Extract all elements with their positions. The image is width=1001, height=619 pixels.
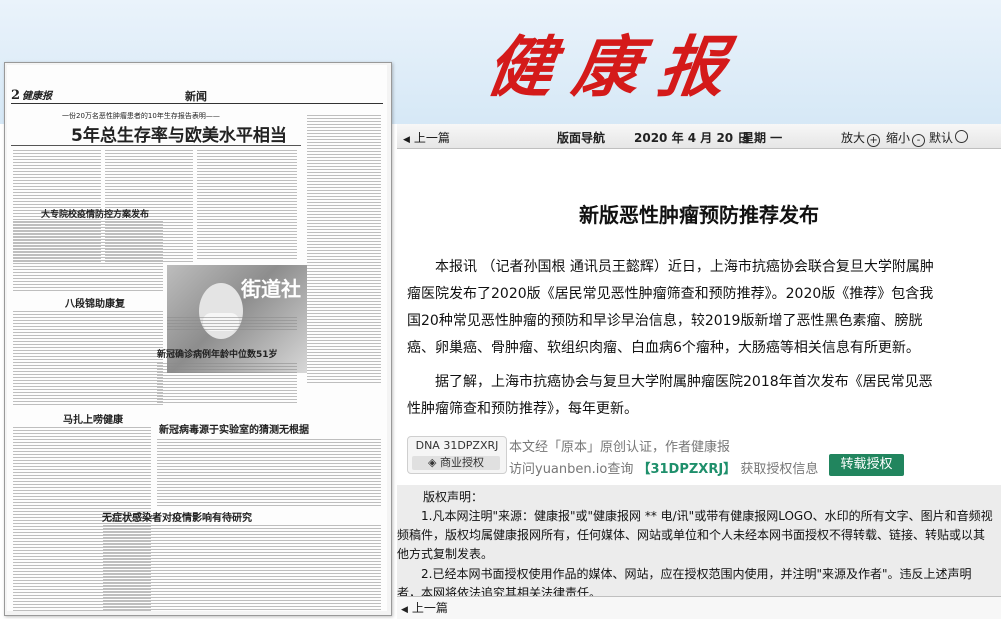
minus-circle-icon: - xyxy=(912,134,926,147)
photo-sign: 街道社 xyxy=(241,277,301,301)
zoom-default-button[interactable]: 默认 xyxy=(929,129,969,146)
dna-label: DNA 31DPZXRJ xyxy=(415,439,499,452)
article-title: 新版恶性肿瘤预防推荐发布 xyxy=(579,203,819,227)
commercial-license-label: ◈ 商业授权 xyxy=(412,456,500,470)
circle-icon xyxy=(955,130,969,143)
reprint-license-button[interactable]: 转载授权 xyxy=(829,454,904,476)
yuanben-query-text: 访问yuanben.io查询 【31DPZXRJ】 获取授权信息 xyxy=(509,462,819,477)
text-column xyxy=(157,363,297,403)
sidebar-text-column xyxy=(307,115,381,385)
yuanben-cert-text: 本文经「原本」原创认证，作者健康报 xyxy=(509,440,731,455)
text-column xyxy=(103,525,381,611)
divider xyxy=(11,145,301,146)
page-header: 2 健康报 新闻 xyxy=(11,87,383,104)
copyright-title: 版权声明： xyxy=(423,490,484,504)
copyright-item: 1.凡本网注明"来源：健康报"或"健康报网 ** 电/讯"或带有健康报网LOGO… xyxy=(397,509,993,561)
site-logo[interactable]: 健康报 xyxy=(481,14,752,110)
yuanben-badge[interactable]: DNA 31DPZXRJ ◈ 商业授权 xyxy=(407,436,507,474)
photo-caption xyxy=(167,317,297,331)
text-column xyxy=(13,221,163,291)
plus-circle-icon: + xyxy=(867,134,881,147)
bottom-nav-bar: ◀ 上一篇 xyxy=(397,596,1001,619)
headline-baduanjin[interactable]: 八段锦助康复 xyxy=(65,295,125,310)
headline-mazha[interactable]: 马扎上唠健康 xyxy=(63,411,123,426)
triangle-left-icon: ◀ xyxy=(401,605,408,615)
lead-headline[interactable]: 5年总生存率与欧美水平相当 xyxy=(71,121,287,146)
issue-date: 2020 年 4 月 20 日 xyxy=(634,131,750,145)
headline-campus[interactable]: 大专院校疫情防控方案发布 xyxy=(41,207,149,220)
lead-kicker: 一份20万名恶性肿瘤患者的10年生存报告表明—— xyxy=(62,112,220,120)
zoom-out-button[interactable]: 缩小 - xyxy=(886,129,926,147)
article-panel: 新版恶性肿瘤预防推荐发布 本报讯 （记者孙国根 通讯员王懿辉）近日，上海市抗癌协… xyxy=(397,149,1001,619)
zoom-in-button[interactable]: 放大 + xyxy=(841,129,881,147)
shield-icon: ◈ xyxy=(428,456,440,469)
prev-article-link-bottom[interactable]: ◀ 上一篇 xyxy=(401,599,448,616)
layout-nav-link[interactable]: 版面导航 xyxy=(557,129,605,146)
text-column xyxy=(13,311,163,407)
headline-asymptomatic[interactable]: 无症状感染者对疫情影响有待研究 xyxy=(102,509,252,524)
prev-article-link[interactable]: ◀ 上一篇 xyxy=(403,129,450,146)
article-paragraph: 据了解，上海市抗癌协会与复旦大学附属肿瘤医院2018年首次发布《居民常见恶性肿瘤… xyxy=(407,374,933,417)
copyright-notice: 版权声明： 1.凡本网注明"来源：健康报"或"健康报网 ** 电/讯"或带有健康… xyxy=(397,485,1001,600)
headline-median-age[interactable]: 新冠确诊病例年龄中位数51岁 xyxy=(157,347,278,360)
triangle-left-icon: ◀ xyxy=(403,135,410,145)
nav-bar: ◀ 上一篇 版面导航 2020 年 4 月 20 日 星期 一 放大 + 缩小 - 默… xyxy=(397,124,1001,149)
page-number: 2 健康报 xyxy=(11,88,53,103)
yuanben-code-link[interactable]: 【31DPZXRJ】 xyxy=(637,462,736,477)
text-column xyxy=(157,439,381,507)
issue-weekday: 星期 一 xyxy=(742,131,783,145)
headline-virus-origin[interactable]: 新冠病毒源于实验室的猜测无根据 xyxy=(159,421,309,436)
page-section: 新闻 xyxy=(185,90,207,103)
text-column xyxy=(197,150,297,260)
newspaper-page-thumbnail[interactable]: 2 健康报 新闻 一份20万名恶性肿瘤患者的10年生存报告表明—— 5年总生存率与… xyxy=(7,65,387,611)
article-paragraph: 本报讯 （记者孙国根 通讯员王懿辉）近日，上海市抗癌协会联合复旦大学附属肿瘤医院… xyxy=(407,259,934,356)
